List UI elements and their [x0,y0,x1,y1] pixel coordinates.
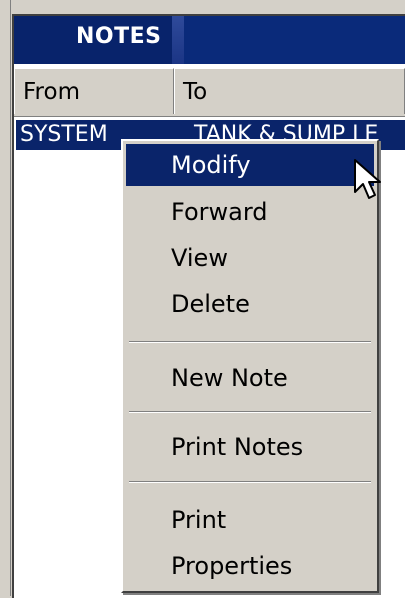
menu-item-properties[interactable]: Properties [126,545,374,587]
menu-item-view[interactable]: View [126,237,374,279]
menu-item-new-note[interactable]: New Note [126,357,374,399]
menu-separator [129,411,371,413]
column-header-from[interactable]: From [14,68,174,114]
title-bar: NOTES [14,16,405,64]
context-menu: Modify Forward View Delete New Note Prin… [121,139,379,593]
menu-item-modify[interactable]: Modify [126,144,374,186]
menu-separator [129,341,371,343]
menu-item-forward[interactable]: Forward [126,191,374,233]
menu-item-delete[interactable]: Delete [126,283,374,325]
arrow-pointer-icon [354,159,381,199]
notes-window: NOTES From To SYSTEM TANK & SUMP LE Modi… [0,0,405,598]
cell-from: SYSTEM [20,122,108,147]
window-title: NOTES [76,24,162,49]
table-header: From To [14,68,405,117]
menu-item-print[interactable]: Print [126,499,374,541]
title-tab-edge [172,16,184,64]
column-header-to[interactable]: To [174,68,405,114]
menu-item-print-notes[interactable]: Print Notes [126,426,374,468]
menu-separator [129,481,371,483]
window-left-border [0,0,11,596]
